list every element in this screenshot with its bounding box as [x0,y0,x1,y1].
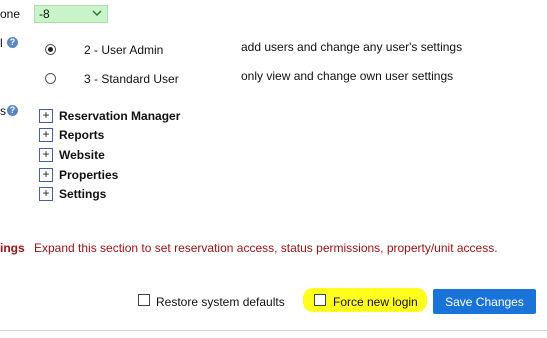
expand-settings-button[interactable]: + [39,187,53,201]
expand-reservation-manager-button[interactable]: + [39,109,53,123]
section-reservation-manager-label[interactable]: Reservation Manager [59,109,180,123]
section-settings-label[interactable]: Settings [59,187,106,201]
help-icon[interactable]: ? [7,105,18,116]
force-new-login-label: Force new login [333,295,418,309]
timezone-value: -8 [39,7,50,21]
expand-properties-button[interactable]: + [39,168,53,182]
timezone-select[interactable]: -8 [34,5,108,23]
save-changes-button[interactable]: Save Changes [433,289,536,314]
force-new-login-checkbox[interactable] [314,294,326,306]
settings-section-label: ings [0,241,25,255]
expand-website-button[interactable]: + [39,148,53,162]
expand-reports-button[interactable]: + [39,128,53,142]
chevron-down-icon [92,10,102,17]
restore-defaults-checkbox[interactable] [138,294,150,306]
section-website-label[interactable]: Website [59,148,105,162]
section-properties-label[interactable]: Properties [59,168,118,182]
permissions-label: s [0,104,6,118]
option-user-admin-label: 2 - User Admin [84,43,164,57]
option-standard-user-description: only view and change own user settings [241,69,454,83]
radio-standard-user[interactable] [45,73,56,84]
radio-user-admin[interactable] [45,44,56,55]
timezone-label: one [0,7,21,21]
help-icon[interactable]: ? [7,37,18,48]
settings-section-note: Expand this section to set reservation a… [34,241,498,255]
divider [0,330,547,331]
section-reports-label[interactable]: Reports [59,128,104,142]
option-standard-user-label: 3 - Standard User [84,72,179,86]
restore-defaults-label: Restore system defaults [156,295,285,309]
access-level-label: l [0,36,3,50]
option-user-admin-description: add users and change any user's settings [241,40,463,54]
